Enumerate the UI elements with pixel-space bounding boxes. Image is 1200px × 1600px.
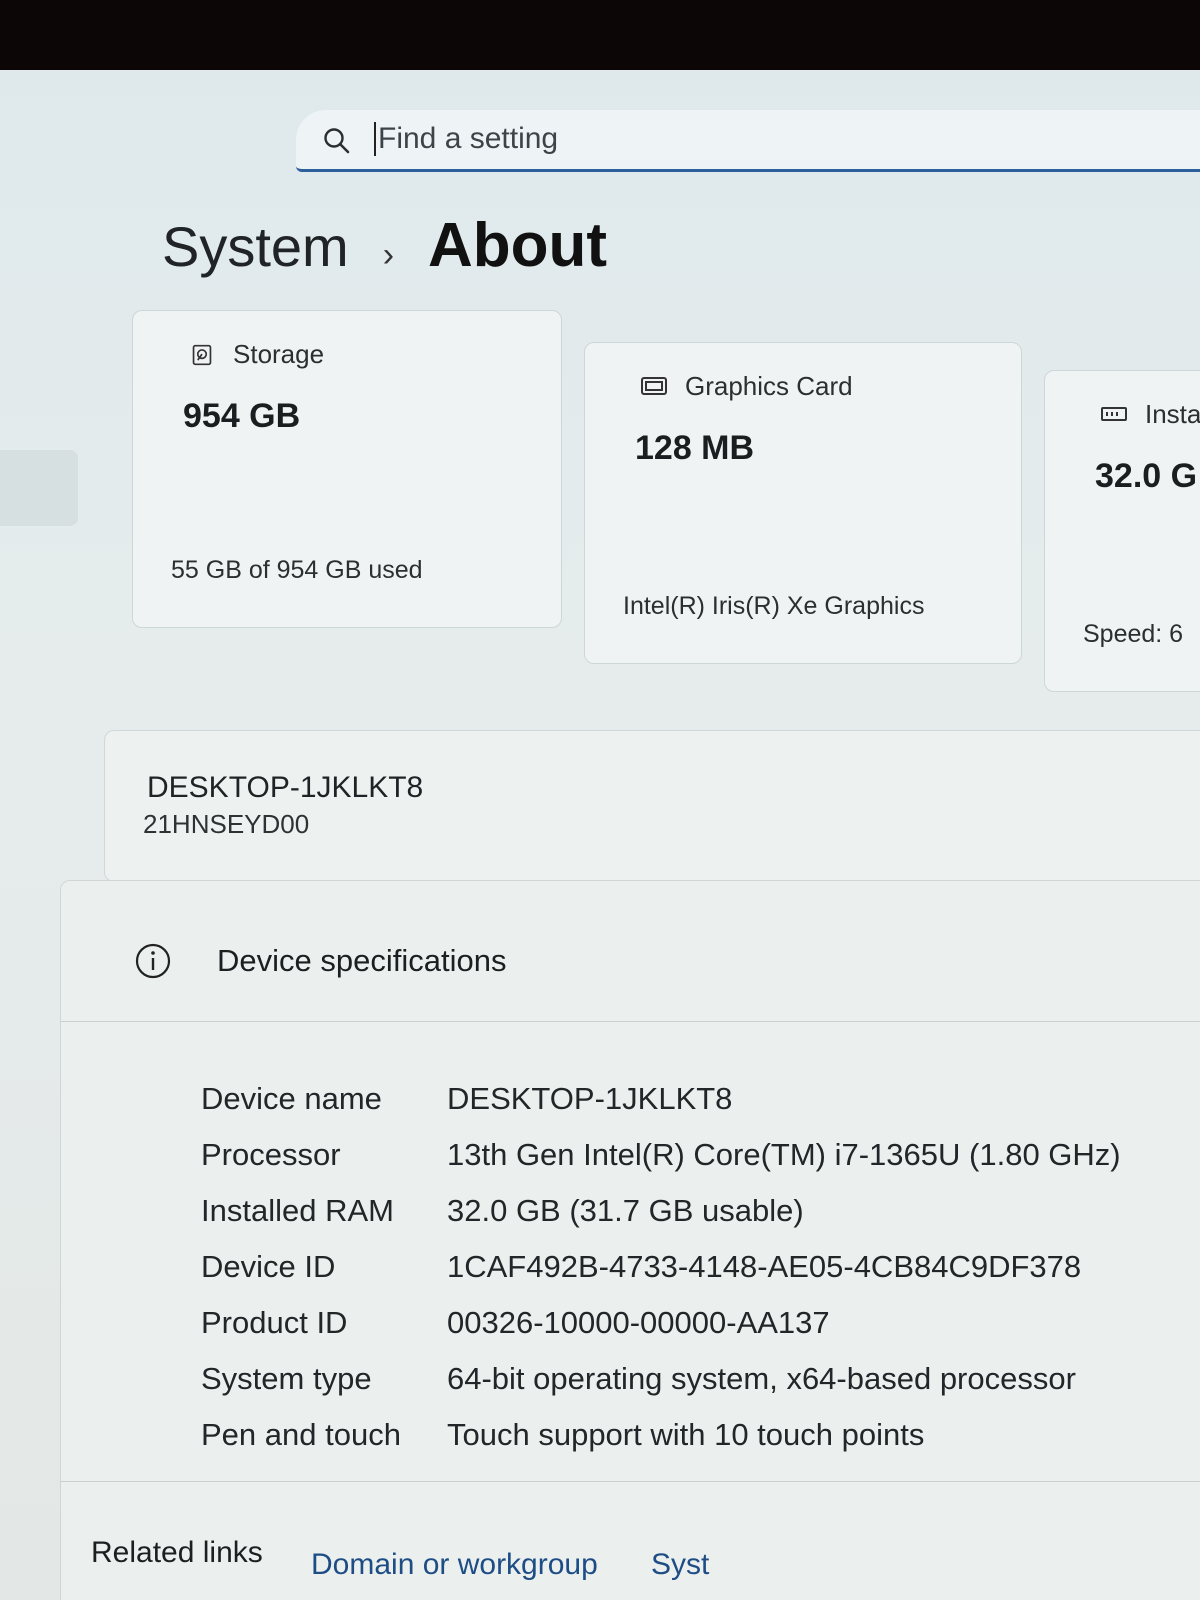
device-name-card: DESKTOP-1JKLKT8 21HNSEYD00 [104, 730, 1200, 882]
domain-workgroup-link[interactable]: Domain or workgroup [311, 1548, 598, 1582]
spec-key: Product ID [201, 1305, 348, 1340]
specs-table: Device name DESKTOP-1JKLKT8 Processor 13… [201, 1071, 1121, 1463]
breadcrumb-system[interactable]: System [162, 214, 349, 279]
breadcrumb: System › About [162, 210, 607, 281]
divider [61, 1021, 1200, 1022]
graphics-card-card[interactable]: Graphics Card 128 MB Intel(R) Iris(R) Xe… [584, 342, 1022, 664]
table-row: Processor 13th Gen Intel(R) Core(TM) i7-… [201, 1127, 1121, 1183]
spec-value: 32.0 GB (31.7 GB usable) [447, 1193, 804, 1228]
page-title: About [428, 211, 608, 280]
card-label: Storage [233, 339, 325, 369]
card-value: 954 GB [183, 397, 301, 435]
spec-key: System type [201, 1361, 372, 1396]
specs-header[interactable]: Device specifications [135, 943, 506, 979]
ram-icon [1101, 406, 1127, 421]
card-subtext: Intel(R) Iris(R) Xe Graphics [623, 592, 925, 620]
specs-title: Device specifications [217, 943, 507, 978]
spec-key: Processor [201, 1137, 341, 1172]
card-value: 32.0 G [1095, 457, 1198, 495]
related-links: Related links Domain or workgroup Syst [61, 1481, 1200, 1600]
storage-card[interactable]: Storage 954 GB 55 GB of 954 GB used [132, 310, 562, 628]
spec-value: 13th Gen Intel(R) Core(TM) i7-1365U (1.8… [447, 1137, 1121, 1172]
table-row: Installed RAM 32.0 GB (31.7 GB usable) [201, 1183, 1121, 1239]
chevron-right-icon: › [382, 236, 395, 274]
spec-key: Pen and touch [201, 1417, 401, 1452]
card-label: Insta [1145, 399, 1200, 429]
spec-key: Device name [201, 1081, 382, 1116]
search-input[interactable]: Find a setting [374, 122, 558, 156]
card-subtext: 55 GB of 954 GB used [171, 556, 423, 584]
table-row: Product ID 00326-10000-00000-AA137 [201, 1295, 1121, 1351]
ram-card[interactable]: Insta 32.0 G Speed: 6 [1044, 370, 1200, 692]
spec-value: 64-bit operating system, x64-based proce… [447, 1361, 1076, 1396]
card-value: 128 MB [635, 429, 755, 467]
storage-icon [192, 344, 212, 365]
search-icon [324, 128, 350, 154]
table-row: Device ID 1CAF492B-4733-4148-AE05-4CB84C… [201, 1239, 1121, 1295]
card-label: Graphics Card [685, 371, 853, 401]
nav-pane-edge[interactable] [0, 450, 78, 526]
spec-value: 00326-10000-00000-AA137 [447, 1305, 830, 1340]
spec-key: Device ID [201, 1249, 336, 1284]
table-row: Pen and touch Touch support with 10 touc… [201, 1407, 1121, 1463]
system-protection-link[interactable]: Syst [651, 1548, 709, 1582]
spec-key: Installed RAM [201, 1193, 394, 1228]
device-name: DESKTOP-1JKLKT8 [147, 771, 424, 804]
info-icon [135, 943, 171, 979]
card-subtext: Speed: 6 [1083, 620, 1184, 648]
graphics-card-icon [641, 376, 667, 395]
device-specifications-panel: Device specifications Device name DESKTO… [60, 880, 1200, 1600]
related-links-label: Related links [91, 1536, 263, 1569]
settings-window: Find a setting System › About Storage 95… [0, 70, 1200, 1600]
device-model: 21HNSEYD00 [143, 809, 310, 839]
spec-value: DESKTOP-1JKLKT8 [447, 1081, 733, 1116]
search-box[interactable]: Find a setting [296, 110, 1200, 172]
spec-value: 1CAF492B-4733-4148-AE05-4CB84C9DF378 [447, 1249, 1082, 1284]
table-row: System type 64-bit operating system, x64… [201, 1351, 1121, 1407]
table-row: Device name DESKTOP-1JKLKT8 [201, 1071, 1121, 1127]
spec-value: Touch support with 10 touch points [447, 1417, 925, 1452]
